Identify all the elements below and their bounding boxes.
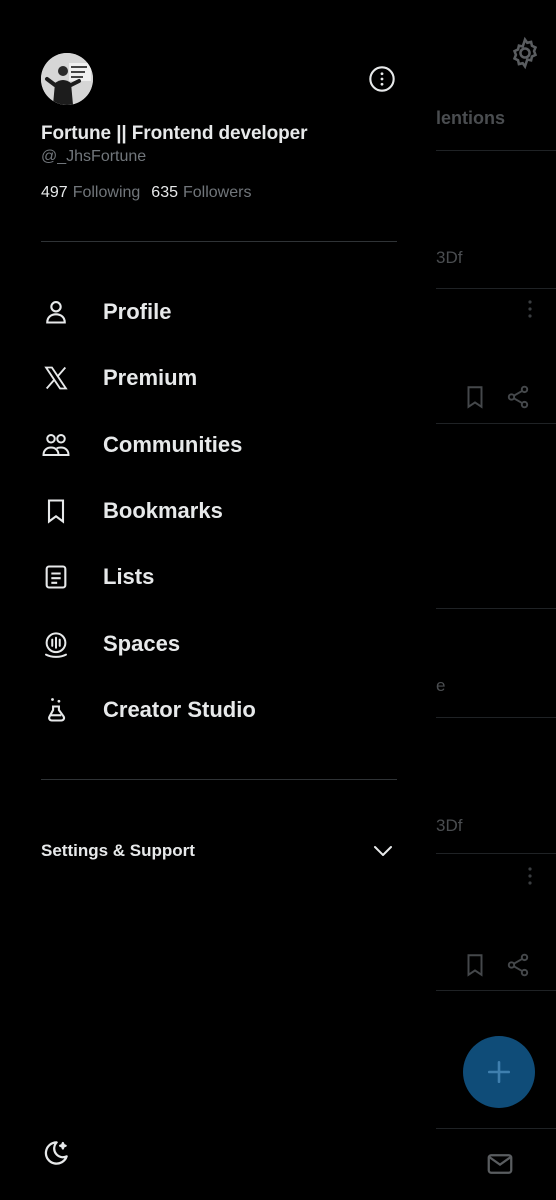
share-icon[interactable]	[505, 952, 531, 978]
navigation-drawer: Fortune || Frontend developer @_JhsFortu…	[0, 0, 436, 1200]
divider	[436, 608, 556, 609]
tweet-text: e	[436, 676, 446, 695]
bookmark-icon	[47, 499, 65, 524]
divider	[436, 423, 556, 424]
followers-count[interactable]: 635	[151, 184, 178, 202]
bookmark-icon[interactable]	[462, 384, 488, 410]
menu-item-label: Profile	[103, 299, 172, 324]
menu-item-creator-studio[interactable]: Creator Studio	[41, 685, 401, 735]
menu-item-label: Bookmarks	[103, 498, 223, 523]
menu-item-label: Creator Studio	[103, 697, 256, 722]
compose-fab-button[interactable]	[463, 1036, 535, 1108]
more-dots-icon[interactable]	[518, 864, 542, 888]
plus-icon	[487, 1060, 511, 1084]
bookmark-icon[interactable]	[462, 952, 488, 978]
menu-item-premium[interactable]: Premium	[41, 353, 401, 403]
divider	[436, 853, 556, 854]
divider	[436, 717, 556, 718]
menu-item-spaces[interactable]: Spaces	[41, 619, 401, 669]
menu-item-label: Spaces	[103, 631, 181, 656]
follow-stats: 497 Following 635 Followers	[41, 184, 262, 202]
divider	[436, 288, 556, 289]
user-handle: @_JhsFortune	[41, 148, 147, 165]
menu-item-communities[interactable]: Communities	[41, 420, 401, 470]
tab-mentions[interactable]: lentions	[436, 108, 505, 129]
chevron-down-icon	[374, 846, 392, 856]
more-dots-icon[interactable]	[518, 297, 542, 321]
divider	[41, 241, 397, 242]
settings-gear-icon[interactable]	[508, 36, 542, 70]
bottom-nav-divider	[436, 1128, 556, 1129]
flask-icon	[48, 698, 66, 722]
mail-icon[interactable]	[485, 1149, 515, 1179]
x-logo-icon	[44, 366, 68, 390]
avatar[interactable]	[41, 53, 93, 105]
settings-support-toggle[interactable]: Settings & Support	[41, 835, 397, 867]
menu-item-profile[interactable]: Profile	[41, 287, 401, 337]
divider	[436, 990, 556, 991]
list-icon	[45, 565, 67, 589]
following-count[interactable]: 497	[41, 184, 68, 202]
following-label[interactable]: Following	[73, 184, 141, 202]
divider	[41, 779, 397, 780]
settings-support-label: Settings & Support	[41, 841, 195, 860]
person-icon	[46, 301, 66, 324]
menu-item-bookmarks[interactable]: Bookmarks	[41, 486, 401, 536]
menu-item-label: Premium	[103, 365, 198, 390]
more-accounts-button[interactable]	[367, 64, 396, 93]
more-options-icon	[368, 65, 395, 92]
menu-item-label: Lists	[103, 564, 155, 589]
communities-icon	[42, 434, 70, 456]
moon-icon[interactable]	[41, 1138, 71, 1168]
tweet-text: 3Df	[436, 248, 463, 267]
tweet-text: 3Df	[436, 816, 463, 835]
divider	[436, 150, 556, 151]
avatar-image	[41, 53, 93, 105]
followers-label[interactable]: Followers	[183, 184, 251, 202]
menu-item-lists[interactable]: Lists	[41, 552, 401, 602]
display-name[interactable]: Fortune || Frontend developer	[41, 123, 307, 145]
share-icon[interactable]	[505, 384, 531, 410]
spaces-icon	[45, 632, 67, 658]
menu-item-label: Communities	[103, 432, 243, 457]
